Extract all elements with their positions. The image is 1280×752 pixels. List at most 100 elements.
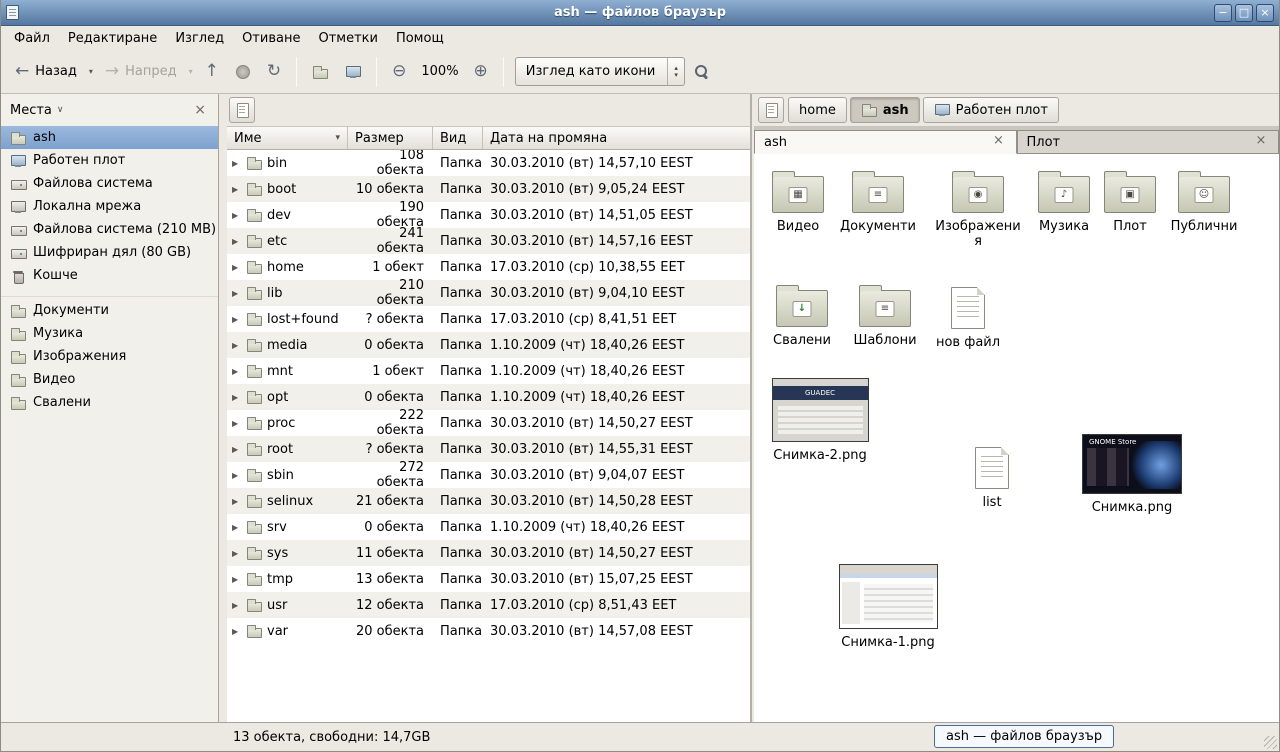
zoom-out-button[interactable] (384, 56, 414, 87)
file-row[interactable]: selinux 21 обекта Папка 30.03.2010 (вт) … (227, 488, 750, 514)
file-row[interactable]: proc 222 обекта Папка 30.03.2010 (вт) 14… (227, 410, 750, 436)
expander-icon[interactable] (232, 419, 241, 428)
view-mode-select[interactable]: Изглед като икони (515, 57, 685, 86)
zoom-in-button[interactable] (466, 56, 496, 87)
expander-icon[interactable] (232, 627, 241, 636)
icon-view-item[interactable]: Документи (840, 170, 916, 234)
file-row[interactable]: usr 12 обекта Папка 17.03.2010 (ср) 8,51… (227, 592, 750, 618)
expander-icon[interactable] (232, 393, 241, 402)
expander-icon[interactable] (232, 263, 241, 272)
file-row[interactable]: sys 11 обекта Папка 30.03.2010 (вт) 14,5… (227, 540, 750, 566)
icon-view-item[interactable]: GUADEC Снимка-2.png (770, 378, 870, 463)
tab[interactable]: Плот (1017, 130, 1280, 153)
back-history-dropdown[interactable] (86, 50, 96, 93)
search-button[interactable] (686, 57, 717, 86)
icon-view-item[interactable]: Шаблони (847, 284, 923, 348)
breadcrumb-button[interactable]: home (788, 97, 847, 123)
expander-icon[interactable] (232, 237, 241, 246)
resize-grip-icon[interactable] (1264, 736, 1277, 749)
file-row[interactable]: opt 0 обекта Папка 1.10.2009 (чт) 18,40,… (227, 384, 750, 410)
file-row[interactable]: media 0 обекта Папка 1.10.2009 (чт) 18,4… (227, 332, 750, 358)
file-row[interactable]: etc 241 обекта Папка 30.03.2010 (вт) 14,… (227, 228, 750, 254)
file-row[interactable]: lib 210 обекта Папка 30.03.2010 (вт) 9,0… (227, 280, 750, 306)
expander-icon[interactable] (232, 497, 241, 506)
forward-history-dropdown[interactable] (186, 50, 196, 93)
icon-view-item[interactable]: Видео (760, 170, 836, 234)
icon-view-item[interactable]: нов файл (930, 284, 1006, 350)
sidebar-item[interactable]: Кошче (1, 264, 218, 287)
forward-button[interactable]: Напред (97, 56, 185, 87)
icon-view-item[interactable]: Изображения (934, 170, 1022, 249)
expander-icon[interactable] (232, 315, 241, 324)
menu-item[interactable]: Файл (5, 28, 59, 49)
file-row[interactable]: tmp 13 обекта Папка 30.03.2010 (вт) 15,0… (227, 566, 750, 592)
file-row[interactable]: sbin 272 обекта Папка 30.03.2010 (вт) 9,… (227, 462, 750, 488)
breadcrumb-button[interactable]: Работен плот (923, 97, 1059, 123)
column-header-size[interactable]: Размер (348, 127, 433, 149)
sidebar-item[interactable]: Файлова система (210 MB) (1, 218, 218, 241)
tab-close-icon[interactable] (1253, 134, 1269, 150)
file-row[interactable]: dev 190 обекта Папка 30.03.2010 (вт) 14,… (227, 202, 750, 228)
column-header-modified[interactable]: Дата на промяна (483, 127, 750, 149)
computer-button[interactable] (337, 57, 369, 87)
breadcrumb-button[interactable]: ash (850, 97, 920, 123)
expander-icon[interactable] (232, 211, 241, 220)
pathbar-base-button[interactable] (758, 97, 784, 123)
menu-item[interactable]: Помощ (387, 28, 453, 49)
file-row[interactable]: lost+found ? обекта Папка 17.03.2010 (ср… (227, 306, 750, 332)
icon-view[interactable]: Видео Документи (754, 154, 1279, 722)
sidebar-item[interactable]: Локална мрежа (1, 195, 218, 218)
back-button[interactable]: Назад (7, 56, 85, 87)
file-row[interactable]: var 20 обекта Папка 30.03.2010 (вт) 14,5… (227, 618, 750, 644)
sidebar-item[interactable]: Работен плот (1, 149, 218, 172)
file-row[interactable]: srv 0 обекта Папка 1.10.2009 (чт) 18,40,… (227, 514, 750, 540)
close-button[interactable] (1256, 4, 1274, 22)
tab-close-icon[interactable] (991, 134, 1007, 150)
sidebar-item[interactable]: Изображения (1, 345, 218, 368)
menu-item[interactable]: Отметки (309, 28, 386, 49)
file-row[interactable]: boot 10 обекта Папка 30.03.2010 (вт) 9,0… (227, 176, 750, 202)
location-toggle-button[interactable] (229, 97, 255, 123)
file-row[interactable]: root ? обекта Папка 30.03.2010 (вт) 14,5… (227, 436, 750, 462)
icon-view-item[interactable]: list (954, 444, 1030, 510)
sidebar-mode-dropdown-icon[interactable] (57, 105, 64, 115)
stop-button[interactable] (228, 58, 258, 86)
expander-icon[interactable] (232, 367, 241, 376)
sidebar-item[interactable]: Файлова система (1, 172, 218, 195)
sidebar-item[interactable]: Видео (1, 368, 218, 391)
expander-icon[interactable] (232, 159, 241, 168)
file-row[interactable]: mnt 1 обект Папка 1.10.2009 (чт) 18,40,2… (227, 358, 750, 384)
reload-button[interactable] (259, 56, 289, 87)
sidebar-item[interactable]: Свалени (1, 391, 218, 414)
sidebar-item[interactable]: Музика (1, 322, 218, 345)
expander-icon[interactable] (232, 341, 241, 350)
sidebar-close-icon[interactable] (191, 102, 209, 118)
expander-icon[interactable] (232, 445, 241, 454)
icon-view-item[interactable]: GNOME Store Снимка.png (1080, 434, 1184, 515)
expander-icon[interactable] (232, 601, 241, 610)
icon-view-item[interactable]: Музика (1026, 170, 1102, 234)
icon-view-item[interactable]: Снимка-1.png (836, 564, 940, 650)
titlebar[interactable]: ash — файлов браузър (1, 0, 1279, 26)
expander-icon[interactable] (232, 549, 241, 558)
column-header-type[interactable]: Вид (433, 127, 483, 149)
up-button[interactable] (197, 56, 227, 87)
column-header-name[interactable]: Име (227, 127, 348, 149)
sidebar-item[interactable]: ash (1, 126, 218, 149)
icon-view-item[interactable]: Публични (1162, 170, 1246, 234)
icon-view-item[interactable]: Плот (1094, 170, 1166, 234)
tab[interactable]: ash (754, 130, 1017, 154)
expander-icon[interactable] (232, 523, 241, 532)
menu-item[interactable]: Отиване (233, 28, 309, 49)
menu-item[interactable]: Изглед (166, 28, 233, 49)
expander-icon[interactable] (232, 575, 241, 584)
home-button[interactable] (304, 57, 336, 87)
menu-item[interactable]: Редактиране (59, 28, 166, 49)
sidebar-item[interactable]: Документи (1, 299, 218, 322)
expander-icon[interactable] (232, 185, 241, 194)
sidebar-splitter[interactable] (219, 94, 227, 722)
icon-view-item[interactable]: Свалени (764, 284, 840, 348)
maximize-button[interactable] (1235, 4, 1253, 22)
file-row[interactable]: bin 108 обекта Папка 30.03.2010 (вт) 14,… (227, 150, 750, 176)
minimize-button[interactable] (1214, 4, 1232, 22)
